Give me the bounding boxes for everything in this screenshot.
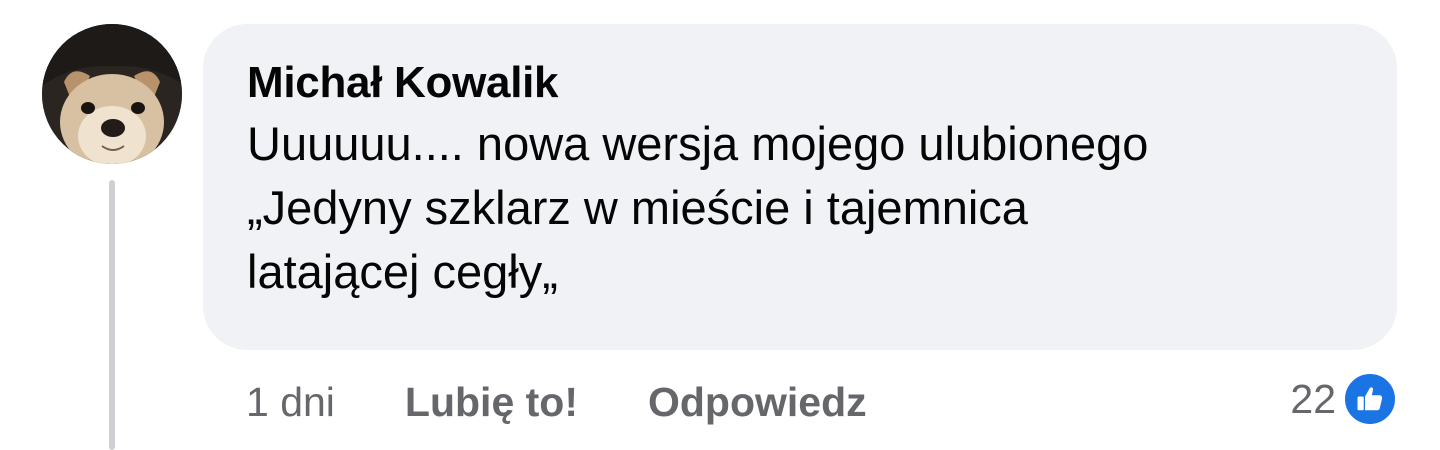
comment-bubble: Michał Kowalik Uuuuuu.... nowa wersja mo… <box>203 24 1397 350</box>
reaction-count: 22 <box>1290 375 1336 422</box>
comment-text: Uuuuuu.... nowa wersja mojego ulubionego… <box>247 117 1149 298</box>
comment-author[interactable]: Michał Kowalik <box>247 54 1353 112</box>
reactions-summary[interactable]: 22 <box>1290 370 1398 428</box>
dog-avatar-image <box>42 24 182 164</box>
reply-button[interactable]: Odpowiedz <box>648 379 867 426</box>
comment-timestamp[interactable]: 1 dni <box>246 379 335 426</box>
thumbs-up-icon <box>1342 371 1398 427</box>
avatar[interactable] <box>42 24 182 164</box>
thread-line <box>109 180 115 450</box>
comment-actions: 1 dni Lubię to! Odpowiedz <box>246 374 937 430</box>
like-button[interactable]: Lubię to! <box>405 379 578 426</box>
